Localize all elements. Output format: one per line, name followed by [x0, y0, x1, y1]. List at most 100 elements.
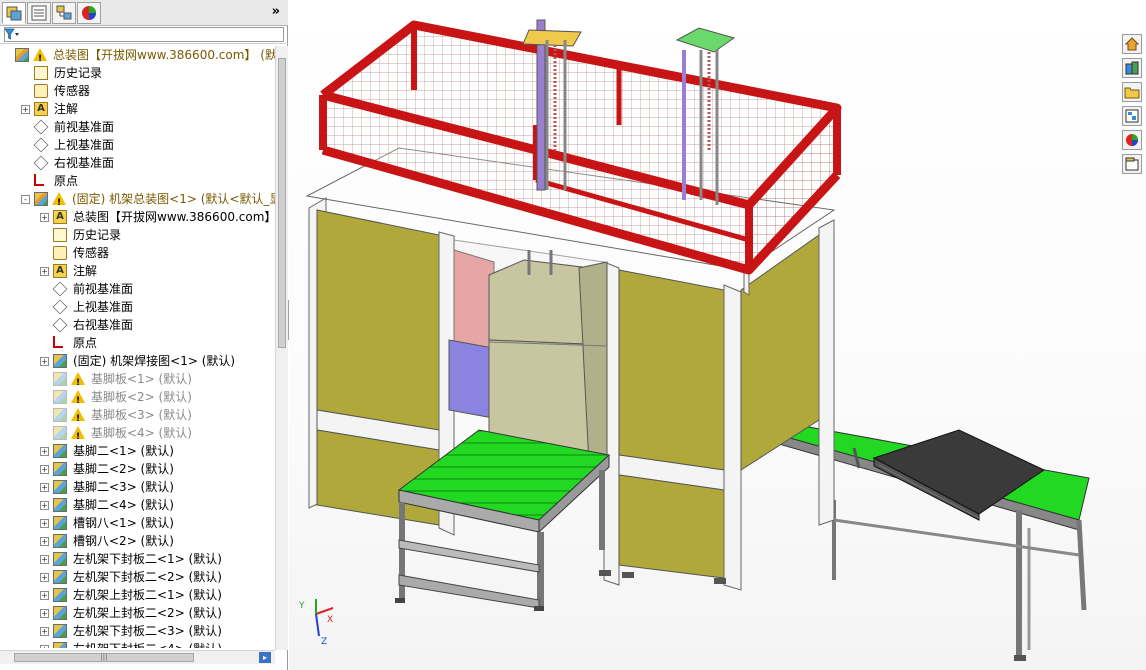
expand-toggle[interactable]: + — [40, 609, 49, 618]
tree-item-label: 原点 — [73, 336, 98, 350]
horizontal-scroll-thumb[interactable]: ||| — [14, 653, 194, 662]
expand-toggle[interactable]: + — [40, 537, 49, 546]
tree-item[interactable]: + 基脚二<4> (默认) — [0, 496, 275, 514]
tree-item[interactable]: 基脚板<4> (默认) — [0, 424, 275, 446]
expand-toggle[interactable]: + — [21, 105, 30, 114]
collapse-toggle[interactable]: - — [21, 195, 30, 204]
part-icon — [53, 354, 67, 368]
home-tab[interactable] — [1122, 34, 1142, 54]
vertical-scroll-thumb[interactable] — [278, 58, 286, 348]
axis-x-label: X — [327, 615, 333, 625]
warning-icon — [52, 192, 66, 212]
history-icon — [53, 228, 67, 242]
tree-item[interactable]: 上视基准面 — [0, 298, 275, 316]
expand-toggle[interactable]: + — [40, 591, 49, 600]
expand-toggle[interactable]: + — [40, 555, 49, 564]
custom-properties-tab[interactable] — [1122, 154, 1142, 174]
file-explorer-tab[interactable] — [1122, 82, 1142, 102]
display-manager-tab[interactable] — [77, 2, 101, 24]
tree-item[interactable]: 传感器 — [0, 244, 275, 262]
tree-item[interactable]: + 基脚二<1> (默认) — [0, 442, 275, 460]
sensor-icon — [53, 246, 67, 260]
tree-item[interactable]: 上视基准面 — [0, 136, 275, 154]
tree-item[interactable]: 右视基准面 — [0, 154, 275, 172]
tree-item[interactable]: 基脚板<2> (默认) — [0, 388, 275, 410]
axis-triad: Y X Z — [298, 599, 334, 646]
expand-toggle[interactable]: + — [40, 627, 49, 636]
tree-item[interactable]: + 基脚二<2> (默认) — [0, 460, 275, 478]
expand-toggle[interactable]: + — [40, 483, 49, 492]
note-icon: A — [53, 210, 67, 224]
tree-item[interactable]: 原点 — [0, 334, 275, 352]
graphics-area[interactable]: Y X Z — [289, 0, 1146, 670]
tree-item[interactable]: + 左机架下封板二<2> (默认) — [0, 568, 275, 586]
tree-item[interactable]: + 左机架下封板二<1> (默认) — [0, 550, 275, 568]
expand-toggle[interactable]: + — [40, 501, 49, 510]
tree-item[interactable]: 传感器 — [0, 82, 275, 100]
tree-item[interactable]: + 槽钢八<2> (默认) — [0, 532, 275, 550]
tree-item-label: 基脚二<1> (默认) — [73, 444, 174, 458]
tree-item[interactable]: + A 总装图【开拔网www.386600.com】 中的 — [0, 208, 275, 226]
part-dim-icon — [53, 408, 67, 422]
tree-item[interactable]: 右视基准面 — [0, 316, 275, 334]
tree-item[interactable]: 基脚板<3> (默认) — [0, 406, 275, 428]
design-library-tab[interactable] — [1122, 58, 1142, 78]
tree-item[interactable]: 历史记录 — [0, 226, 275, 244]
tree-item-label: 基脚二<3> (默认) — [73, 480, 174, 494]
tree-vertical-scrollbar[interactable] — [275, 46, 288, 650]
tree-item[interactable]: + (固定) 机架焊接图<1> (默认) — [0, 352, 275, 370]
part-dim-icon — [53, 426, 67, 440]
tree-item[interactable]: + 左机架上封板二<1> (默认) — [0, 586, 275, 604]
tree-item-label: 历史记录 — [73, 228, 122, 242]
expand-toggle[interactable]: + — [40, 213, 49, 222]
appearances-tab[interactable] — [1122, 130, 1142, 150]
warning-icon — [71, 372, 85, 392]
tree-item-label: 基脚二<4> (默认) — [73, 498, 174, 512]
expand-toggle[interactable]: + — [40, 645, 49, 648]
expand-toggle[interactable]: + — [40, 267, 49, 276]
tree-item[interactable]: 前视基准面 — [0, 118, 275, 136]
tree-horizontal-scrollbar[interactable]: ||| ▸ — [0, 650, 275, 664]
part-icon — [53, 588, 67, 602]
view-palette-tab[interactable] — [1122, 106, 1142, 126]
tree-item[interactable]: + A 注解 — [0, 262, 275, 280]
tree-item[interactable]: + A 注解 — [0, 100, 275, 118]
part-icon — [53, 444, 67, 458]
tree-item[interactable]: 总装图【开拔网www.386600.com】 (默认< — [0, 46, 275, 68]
configuration-manager-icon — [56, 5, 72, 20]
tree-item-label: 左机架下封板二<1> (默认) — [73, 552, 222, 566]
tree-item-label: 历史记录 — [54, 66, 103, 80]
tree-item[interactable]: - (固定) 机架总装图<1> (默认<默认_显示状 — [0, 190, 275, 212]
expand-toggle[interactable]: + — [40, 447, 49, 456]
tree-item-label: 左机架下封板二<4> (默认) — [73, 640, 222, 648]
plane-icon — [52, 299, 68, 315]
expand-chevron-icon[interactable]: » — [272, 4, 280, 19]
expand-toggle[interactable]: + — [40, 465, 49, 474]
plane-icon — [33, 137, 49, 153]
feature-manager-tab[interactable] — [2, 2, 26, 24]
filter-input[interactable] — [4, 27, 284, 42]
origin-icon — [34, 174, 44, 186]
tree-item[interactable]: 历史记录 — [0, 64, 275, 82]
warning-icon — [71, 426, 85, 446]
scroll-right-arrow-icon[interactable]: ▸ — [259, 652, 271, 663]
expand-toggle[interactable]: + — [40, 357, 49, 366]
tree-item[interactable]: 前视基准面 — [0, 280, 275, 298]
expand-toggle[interactable]: + — [40, 573, 49, 582]
tree-item-label: (固定) 机架总装图<1> (默认<默认_显示状 — [72, 192, 275, 206]
tree-item-label: 基脚板<3> (默认) — [91, 408, 192, 422]
tree-item[interactable]: + 槽钢八<1> (默认) — [0, 514, 275, 532]
warning-icon — [71, 390, 85, 410]
tree-item[interactable]: + 左机架下封板二<3> (默认) — [0, 622, 275, 640]
tree-item[interactable]: 基脚板<1> (默认) — [0, 370, 275, 392]
filter-bar — [0, 26, 288, 44]
configuration-manager-tab[interactable] — [52, 2, 76, 24]
tree-item[interactable]: + 左机架上封板二<2> (默认) — [0, 604, 275, 622]
machine-3d-model — [305, 19, 1090, 661]
property-manager-tab[interactable] — [27, 2, 51, 24]
expand-toggle[interactable]: + — [40, 519, 49, 528]
tree-item[interactable]: + 基脚二<3> (默认) — [0, 478, 275, 496]
tree-item[interactable]: 原点 — [0, 172, 275, 190]
tree-item[interactable]: + 左机架下封板二<4> (默认) — [0, 640, 275, 648]
funnel-icon[interactable] — [4, 28, 20, 41]
